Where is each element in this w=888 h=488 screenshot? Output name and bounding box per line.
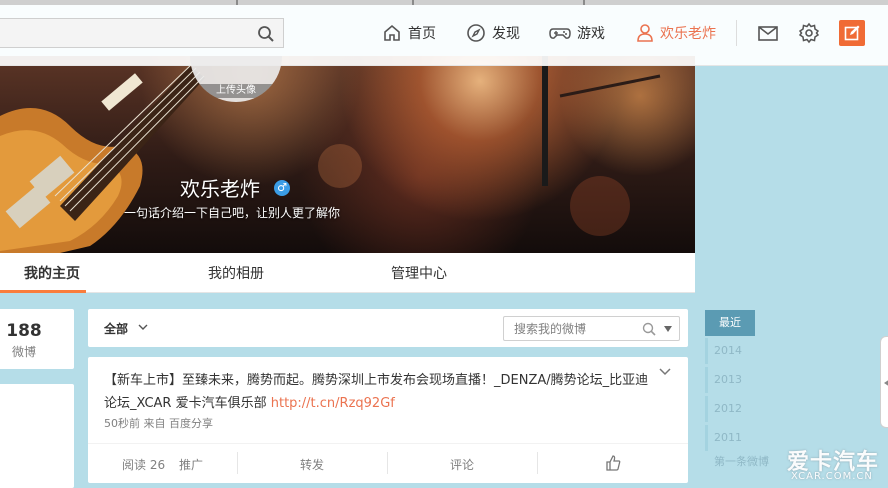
- gamepad-icon: [549, 28, 571, 39]
- tab-my-home[interactable]: 我的主页: [24, 263, 80, 283]
- feed-filter-bar: 全部: [88, 309, 688, 347]
- compose-button[interactable]: [839, 20, 865, 46]
- timeline-year-2012[interactable]: 2012: [705, 396, 755, 422]
- male-gender-icon: ♂: [274, 180, 290, 196]
- chevron-down-icon[interactable]: [659, 368, 671, 376]
- nav-user-label: 欢乐老炸: [660, 26, 716, 42]
- feed-search-input[interactable]: [504, 317, 634, 340]
- weibo-count-label: 微博: [11, 345, 36, 359]
- home-icon: [384, 24, 400, 41]
- nav-divider: [736, 20, 737, 46]
- weibo-post: 【新车上市】至臻未来，腾势而起。腾势深圳上市发布会现场直播！_DENZA/腾势论…: [88, 357, 688, 483]
- comment-button[interactable]: 评论: [450, 456, 474, 473]
- avatar-upload-label: 上传头像: [190, 84, 282, 98]
- profile-intro[interactable]: 一句话介绍一下自己吧，让别人更了解你: [124, 204, 340, 221]
- search-icon[interactable]: [642, 322, 656, 336]
- arrow-left-icon: [884, 380, 888, 386]
- xcar-watermark: 爱卡汽车 XCAR.COM.CN: [787, 444, 887, 488]
- nav-discover-label: 发现: [492, 26, 520, 42]
- weibo-count: 188: [6, 321, 42, 341]
- promote-button[interactable]: 推广: [179, 456, 203, 473]
- feed-search-box: [503, 316, 680, 341]
- nav-games-label: 游戏: [577, 26, 605, 42]
- read-count: 阅读 26: [122, 458, 166, 472]
- global-search-input[interactable]: [0, 18, 284, 48]
- mail-icon[interactable]: [757, 22, 779, 44]
- post-link[interactable]: http://t.cn/Rzq92Gf: [271, 396, 395, 411]
- top-nav: 首页 发现 游戏 欢乐老炸: [0, 0, 888, 66]
- gear-icon[interactable]: [798, 22, 820, 44]
- nav-discover[interactable]: 发现: [466, 22, 520, 44]
- post-action-bar: 阅读 26 推广 转发 评论: [88, 443, 688, 483]
- avatar-upload[interactable]: 上传头像: [190, 56, 282, 102]
- post-text: 【新车上市】至臻未来，腾势而起。腾势深圳上市发布会现场直播！_DENZA/腾势论…: [104, 369, 656, 415]
- timeline-first-post[interactable]: 第一条微博: [714, 453, 769, 469]
- browser-tab-strip: [0, 0, 888, 5]
- watermark-url: XCAR.COM.CN: [791, 471, 873, 482]
- timeline-latest[interactable]: 最近: [705, 310, 755, 336]
- guitar-cover-image: [0, 56, 661, 253]
- filter-all-dropdown[interactable]: 全部: [104, 320, 128, 337]
- profile-tabs: 我的主页 我的相册 管理中心: [0, 253, 695, 293]
- nav-user-profile[interactable]: 欢乐老炸: [636, 22, 716, 44]
- repost-button[interactable]: 转发: [300, 456, 324, 473]
- timeline-year-2014[interactable]: 2014: [705, 338, 755, 364]
- like-icon[interactable]: [605, 455, 621, 471]
- profile-name: 欢乐老炸: [180, 177, 260, 201]
- tab-manage-center[interactable]: 管理中心: [391, 263, 447, 283]
- chevron-down-icon[interactable]: [138, 324, 148, 330]
- left-info-card: [0, 384, 74, 488]
- caret-down-icon[interactable]: [664, 326, 672, 332]
- active-tab-indicator: [0, 290, 86, 293]
- user-icon: [637, 24, 653, 42]
- nav-home[interactable]: 首页: [382, 22, 436, 44]
- search-icon[interactable]: [257, 25, 275, 43]
- action-divider: [237, 452, 238, 474]
- compose-icon: [844, 25, 860, 41]
- profile-cover: 欢乐老炸 ♂ 一句话介绍一下自己吧，让别人更了解你: [0, 56, 695, 253]
- action-divider: [537, 452, 538, 474]
- nav-games[interactable]: 游戏: [549, 22, 605, 44]
- side-panel-toggle[interactable]: [880, 336, 888, 428]
- weibo-count-card[interactable]: 188 微博: [0, 309, 74, 369]
- action-divider: [387, 452, 388, 474]
- timeline-year-2013[interactable]: 2013: [705, 367, 755, 393]
- nav-home-label: 首页: [408, 26, 436, 42]
- post-meta[interactable]: 50秒前 来自 百度分享: [104, 415, 213, 431]
- compass-icon: [467, 24, 485, 42]
- timeline-year-2011[interactable]: 2011: [705, 425, 755, 451]
- tab-my-album[interactable]: 我的相册: [208, 263, 264, 283]
